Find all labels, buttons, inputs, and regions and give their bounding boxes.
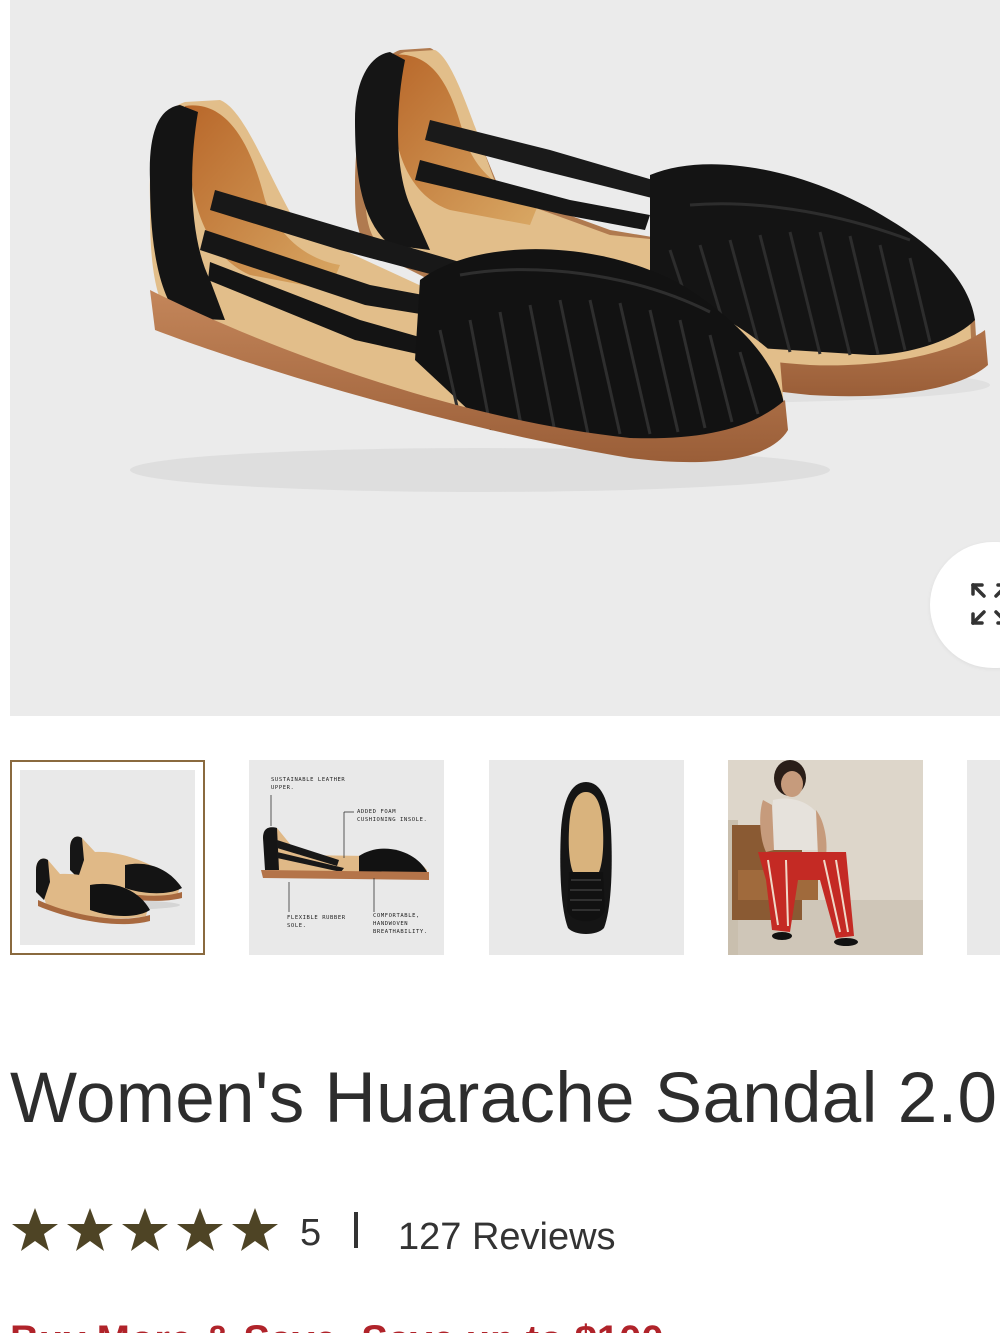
thumbnail-top-view[interactable] (489, 760, 684, 955)
thumbnail-lifestyle[interactable] (728, 760, 923, 955)
expand-arrows-icon (971, 583, 1000, 625)
thumbnail-strip: SUSTAINABLE LEATHER UPPER. ADDED FOAM CU… (0, 760, 1000, 956)
product-title: Women's Huarache Sandal 2.0 (10, 1059, 998, 1138)
thumbnail-more[interactable] (967, 760, 1000, 955)
sandal-pair-illustration (130, 48, 990, 492)
rating-divider (354, 1212, 358, 1248)
callout-sole: FLEXIBLE RUBBER SOLE. (287, 915, 346, 929)
callout-upper: SUSTAINABLE LEATHER UPPER. (271, 777, 346, 791)
rating-value: 5 (300, 1212, 322, 1254)
callout-insole: ADDED FOAM CUSHIONING INSOLE. (357, 809, 428, 823)
lifestyle-model-photo (728, 760, 923, 955)
sandal-pair-thumb (36, 836, 182, 925)
reviews-link[interactable]: 127 Reviews (398, 1216, 616, 1259)
thumbnail-image (20, 770, 195, 945)
product-page: SUSTAINABLE LEATHER UPPER. ADDED FOAM CU… (0, 0, 1000, 1333)
sandal-top-view (560, 782, 612, 934)
callout-weave: COMFORTABLE, HANDWOVEN BREATHABILITY. (373, 913, 428, 935)
hero-product-image[interactable] (10, 0, 1000, 716)
thumbnail-pair-view[interactable] (10, 760, 205, 955)
thumbnail-feature-callouts[interactable]: SUSTAINABLE LEATHER UPPER. ADDED FOAM CU… (249, 760, 444, 955)
star-rating-icon (12, 1208, 278, 1251)
promo-banner[interactable]: Buy More & Save: Save up to $100 (10, 1318, 664, 1333)
